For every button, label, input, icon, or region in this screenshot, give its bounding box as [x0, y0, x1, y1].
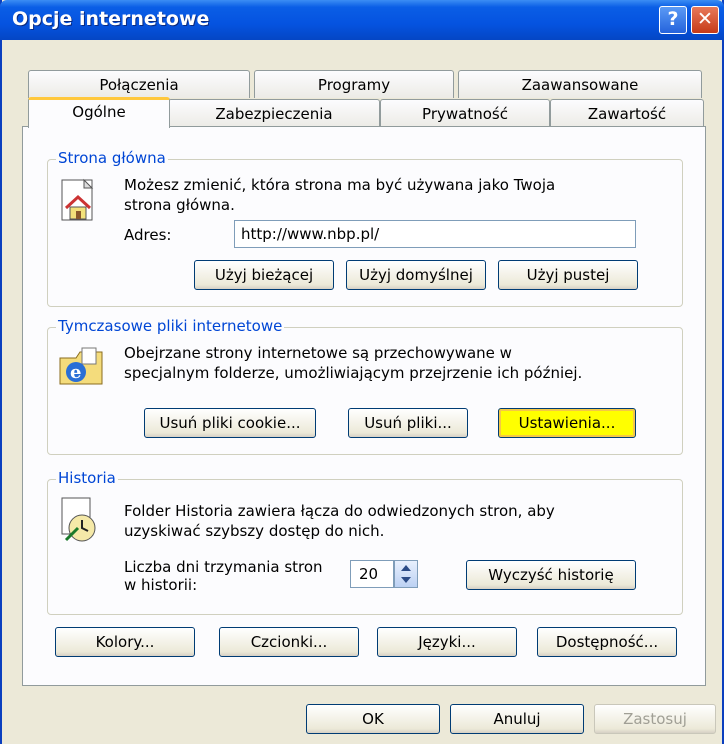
- history-days-label-line2: w historii:: [124, 576, 198, 594]
- settings-button[interactable]: Ustawienia...: [498, 408, 636, 438]
- spin-up-icon[interactable]: [401, 565, 411, 571]
- cancel-button[interactable]: Anuluj: [450, 704, 584, 734]
- delete-files-button[interactable]: Usuń pliki...: [348, 408, 468, 438]
- ie-folder-icon: e: [56, 344, 106, 388]
- use-blank-button[interactable]: Użyj pustej: [498, 260, 638, 290]
- tab-advanced[interactable]: Zaawansowane: [458, 70, 702, 98]
- internet-options-window: Opcje internetowe ? ✕ Połączenia Program…: [0, 0, 724, 744]
- address-input[interactable]: http://www.nbp.pl/: [234, 220, 636, 248]
- history-days-label-line1: Liczba dni trzymania stron: [124, 558, 323, 576]
- history-clock-icon: [56, 496, 104, 544]
- window-title: Opcje internetowe: [12, 8, 210, 30]
- home-page-group: Strona główna Możesz zmienić, która stro…: [47, 149, 683, 307]
- temp-files-description-line1: Obejrzane strony internetowe są przechow…: [124, 344, 512, 362]
- history-description-line1: Folder Historia zawiera łącza do odwiedz…: [124, 502, 555, 520]
- use-default-button[interactable]: Użyj domyślnej: [346, 260, 486, 290]
- use-current-button[interactable]: Użyj bieżącej: [194, 260, 334, 290]
- fonts-button[interactable]: Czcionki...: [219, 627, 359, 657]
- history-group: Historia Folder Historia zawiera łącza d…: [47, 469, 683, 615]
- tab-general[interactable]: Ogólne: [28, 97, 170, 128]
- clear-history-button[interactable]: Wyczyść historię: [466, 560, 636, 590]
- tab-content[interactable]: Zawartość: [550, 99, 704, 127]
- history-description-line2: uzyskiwać szybszy dostęp do nich.: [124, 522, 385, 540]
- history-group-label: Historia: [56, 469, 118, 487]
- home-page-group-label: Strona główna: [56, 149, 168, 167]
- spin-down-icon[interactable]: [401, 577, 411, 583]
- colors-button[interactable]: Kolory...: [55, 627, 195, 657]
- general-tab-panel: Strona główna Możesz zmienić, która stro…: [22, 126, 706, 686]
- close-button[interactable]: ✕: [691, 6, 719, 34]
- tab-programs[interactable]: Programy: [254, 70, 454, 98]
- temp-files-description-line2: specjalnym folderze, umożliwiającym prze…: [124, 364, 583, 382]
- home-description-line1: Możesz zmienić, która strona ma być używ…: [124, 176, 556, 194]
- title-bar[interactable]: Opcje internetowe ? ✕: [0, 0, 724, 40]
- tab-privacy[interactable]: Prywatność: [380, 99, 550, 127]
- temp-files-group-label: Tymczasowe pliki internetowe: [56, 317, 285, 335]
- languages-button[interactable]: Języki...: [377, 627, 517, 657]
- home-page-icon: [56, 178, 102, 224]
- tab-connections[interactable]: Połączenia: [28, 70, 250, 98]
- address-label: Adres:: [124, 226, 172, 244]
- apply-button[interactable]: Zastosuj: [594, 704, 716, 734]
- svg-text:e: e: [70, 362, 81, 383]
- accessibility-button[interactable]: Dostępność...: [537, 627, 677, 657]
- history-days-spinner[interactable]: [394, 560, 418, 588]
- home-description-line2: strona główna.: [124, 196, 235, 214]
- temp-files-group: Tymczasowe pliki internetowe e Obejrzane…: [47, 317, 683, 455]
- history-days-input[interactable]: 20: [350, 560, 394, 588]
- tab-security[interactable]: Zabezpieczenia: [168, 99, 380, 127]
- delete-cookies-button[interactable]: Usuń pliki cookie...: [144, 408, 316, 438]
- ok-button[interactable]: OK: [306, 704, 440, 734]
- help-button[interactable]: ?: [659, 6, 687, 34]
